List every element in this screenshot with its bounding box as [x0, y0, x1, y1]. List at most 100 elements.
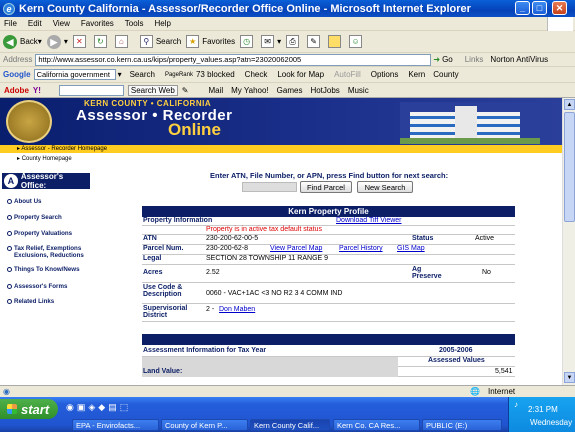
pagerank-label: PageRank: [164, 71, 193, 78]
scroll-down-button[interactable]: ▼: [564, 372, 575, 383]
bullet-icon: [7, 267, 12, 272]
google-search-input[interactable]: California government: [33, 69, 116, 80]
building-photo: [400, 102, 540, 144]
task-kern-co-ca-res[interactable]: Kern Co. CA Res...: [333, 419, 420, 431]
nav-item-things-to-know[interactable]: Things To Know/News: [7, 266, 80, 273]
yahoo-logo[interactable]: Y!: [33, 86, 41, 95]
menu-tools[interactable]: Tools: [125, 19, 144, 28]
forward-arrow-icon: ▶: [46, 34, 61, 49]
history-button[interactable]: ◷: [240, 35, 256, 48]
popup-blocked-count[interactable]: 73 blocked: [196, 70, 235, 79]
atn-label: ATN: [143, 235, 157, 242]
print-button[interactable]: ⎙: [286, 35, 302, 48]
nav-item-property-valuations[interactable]: Property Valuations: [7, 230, 72, 237]
menu-favorites[interactable]: Favorites: [81, 19, 114, 28]
title-bar[interactable]: e Kern County California - Assessor/Reco…: [0, 0, 575, 17]
parcel-row: Parcel Num. 230-200-62-8 View Parcel Map…: [142, 245, 515, 255]
volume-icon[interactable]: ♪: [514, 400, 518, 409]
close-button[interactable]: ✕: [552, 1, 567, 15]
address-input[interactable]: http://www.assessor.co.kern.ca.us/kips/p…: [35, 53, 432, 66]
maximize-button[interactable]: □: [532, 1, 547, 15]
address-label: Address: [3, 55, 33, 64]
my-yahoo-link[interactable]: My Yahoo!: [231, 86, 269, 95]
parcel-history-link[interactable]: Parcel History: [339, 245, 383, 252]
bullet-icon: [7, 215, 12, 220]
quick-launch[interactable]: ◉▣◈◆▤⬚: [66, 402, 131, 413]
menu-edit[interactable]: Edit: [28, 19, 42, 28]
parcel-label: Parcel Num.: [143, 245, 184, 252]
forward-button[interactable]: ▶ ▾: [46, 34, 68, 49]
supervisorial-row: Supervisorial District 2 - Don Maben: [142, 304, 515, 322]
google-logo: Google: [3, 70, 31, 79]
norton-button[interactable]: Norton AntiVirus: [490, 55, 548, 64]
mail-link[interactable]: Mail: [208, 86, 223, 95]
county-seal-logo: [6, 100, 52, 143]
google-search-button[interactable]: Search: [130, 70, 155, 79]
banner-online: Online: [168, 120, 221, 139]
yahoo-search-input[interactable]: [58, 84, 124, 96]
games-link[interactable]: Games: [277, 86, 303, 95]
menu-view[interactable]: View: [53, 19, 70, 28]
nav-item-property-search[interactable]: Property Search: [7, 214, 62, 221]
task-epa[interactable]: EPA - Envirofacts...: [72, 419, 159, 431]
gray-cell: [142, 357, 398, 367]
links-button[interactable]: Links: [465, 55, 484, 64]
gis-map-link[interactable]: GIS Map: [397, 245, 425, 252]
find-parcel-button[interactable]: Find Parcel: [300, 181, 352, 193]
clock-day: Wednesday: [530, 418, 573, 427]
music-link[interactable]: Music: [348, 86, 369, 95]
refresh-button[interactable]: ↻: [93, 35, 110, 48]
search-icon: ⚲: [139, 35, 153, 48]
supervisor-link[interactable]: Don Maben: [219, 306, 255, 313]
assessor-homepage-link[interactable]: Assessor - Recorder Homepage: [21, 146, 107, 152]
task-kern-county-calif[interactable]: Kern County Calif...: [250, 419, 330, 431]
nav-item-forms[interactable]: Assessor's Forms: [7, 283, 67, 290]
land-value-row: Land Value: 5,541: [142, 367, 515, 377]
nav-item-tax-relief[interactable]: Tax Relief, Exemptions Exclusions, Reduc…: [7, 245, 93, 259]
minimize-button[interactable]: _: [515, 1, 530, 15]
parcel-search-input[interactable]: [242, 182, 297, 192]
look-for-map-button[interactable]: Look for Map: [277, 70, 324, 79]
download-tiff-link[interactable]: Download Tiff Viewer: [336, 217, 402, 224]
options-button[interactable]: Options: [371, 70, 399, 79]
edit-button[interactable]: ✎: [307, 35, 323, 48]
autofill-button[interactable]: AutoFill: [334, 70, 361, 79]
nav-item-related-links[interactable]: Related Links: [7, 298, 54, 305]
ag-preserve-value: No: [482, 269, 491, 276]
google-toolbar: Google California government ▾ Search Pa…: [0, 67, 575, 83]
go-button[interactable]: Go: [442, 55, 453, 64]
favorites-button[interactable]: ★ Favorites: [186, 35, 235, 48]
messenger-button[interactable]: ☺: [349, 35, 365, 48]
stop-button[interactable]: ✕: [72, 35, 89, 48]
county-homepage-link[interactable]: County Homepage: [22, 156, 72, 162]
vertical-scrollbar[interactable]: ▲ ▼: [562, 98, 575, 385]
county-highlight-button[interactable]: County: [433, 70, 458, 79]
hotjobs-link[interactable]: HotJobs: [310, 86, 339, 95]
clock-time[interactable]: 2:31 PM: [528, 405, 558, 414]
task-county-of-kern[interactable]: County of Kern P...: [161, 419, 248, 431]
adobe-button[interactable]: Adobe: [4, 86, 29, 95]
task-public-drive[interactable]: PUBLIC (E:): [422, 419, 502, 431]
spell-check-button[interactable]: Check: [245, 70, 268, 79]
left-nav: A Assessor's Office: About Us Property Se…: [0, 168, 92, 385]
search-web-button[interactable]: Search Web: [127, 84, 178, 96]
start-button[interactable]: start: [0, 399, 58, 419]
menu-help[interactable]: Help: [154, 19, 170, 28]
land-value: 5,541: [495, 368, 513, 375]
new-search-button[interactable]: New Search: [357, 181, 413, 193]
back-button[interactable]: ◀ Back ▾: [3, 34, 42, 49]
scroll-up-button[interactable]: ▲: [564, 99, 575, 110]
pencil-icon[interactable]: ✎: [182, 86, 189, 95]
kern-highlight-button[interactable]: Kern: [408, 70, 425, 79]
discuss-button[interactable]: [328, 35, 344, 48]
search-button[interactable]: ⚲ Search: [139, 35, 181, 48]
view-parcel-map-link[interactable]: View Parcel Map: [270, 245, 322, 252]
nav-item-about-us[interactable]: About Us: [7, 198, 42, 205]
ie-icon: e: [3, 2, 15, 15]
supervisorial-number: 2 -: [206, 306, 215, 313]
scroll-thumb[interactable]: [564, 112, 575, 222]
home-button[interactable]: ⌂: [114, 35, 131, 48]
taskbar: start ◉▣◈◆▤⬚ EPA - Envirofacts... County…: [0, 397, 575, 432]
mail-button[interactable]: ✉ ▾: [261, 35, 281, 48]
menu-file[interactable]: File: [4, 19, 17, 28]
